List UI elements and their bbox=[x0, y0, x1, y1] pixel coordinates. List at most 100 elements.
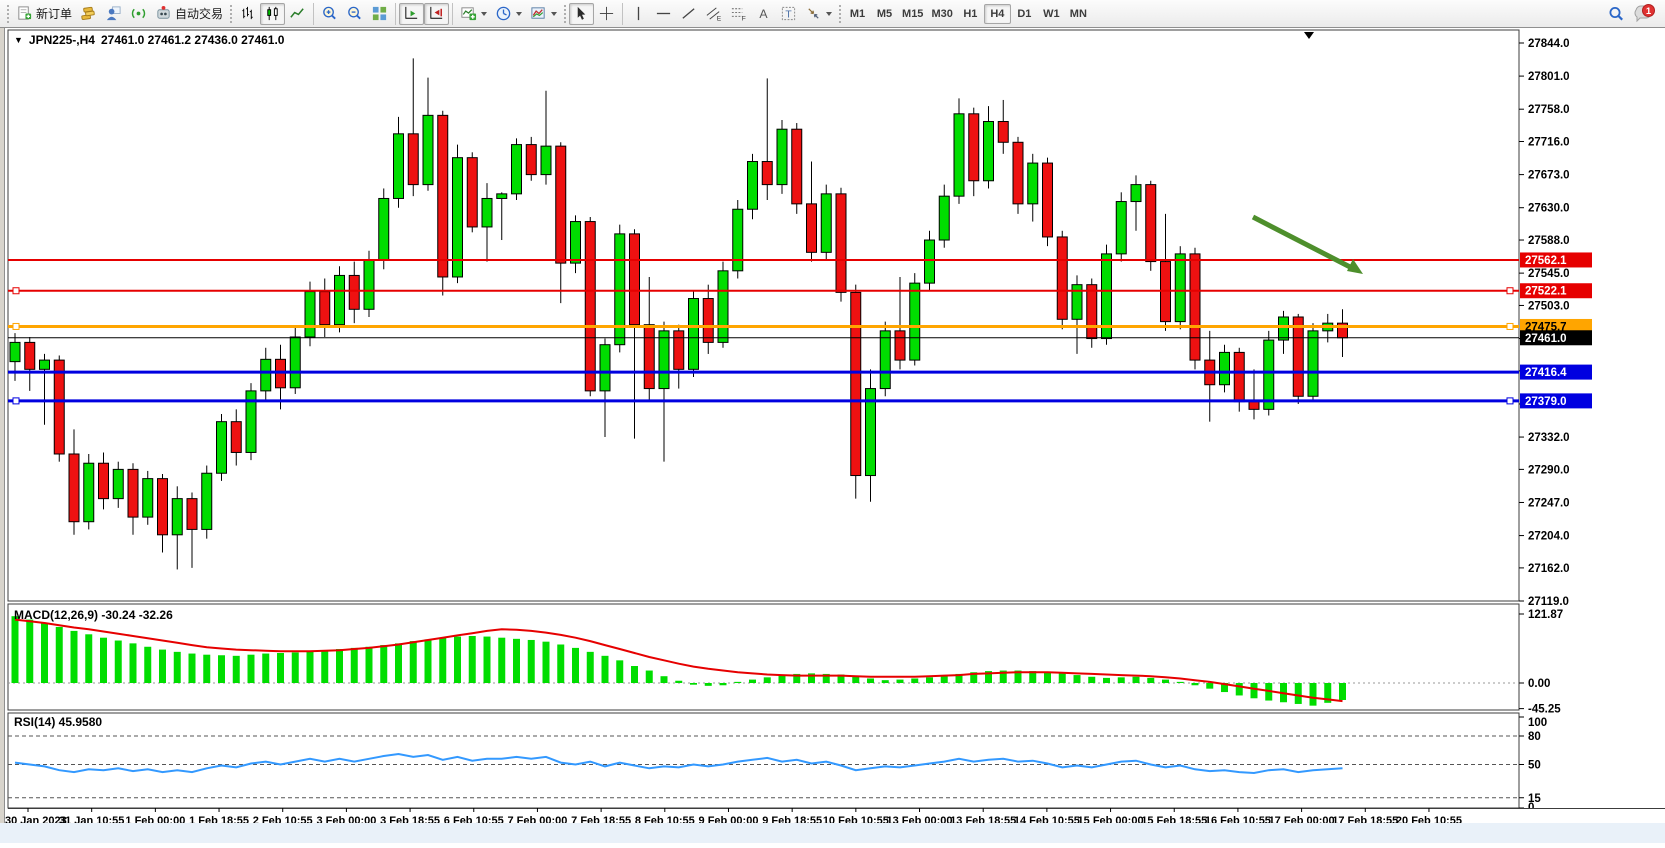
macd-histogram-bar bbox=[867, 678, 874, 683]
macd-histogram-bar bbox=[174, 652, 181, 683]
timeframe-m30-button[interactable]: M30 bbox=[927, 4, 956, 24]
window-bottom-strip bbox=[0, 823, 1665, 843]
macd-histogram-bar bbox=[1236, 683, 1243, 695]
line-anchor-handle[interactable] bbox=[1507, 398, 1513, 404]
macd-histogram-bar bbox=[897, 680, 904, 683]
market-depth-button[interactable] bbox=[76, 3, 101, 25]
periods-button[interactable] bbox=[491, 3, 526, 25]
candle-body-bear bbox=[836, 194, 846, 293]
horizontal-line-button[interactable] bbox=[651, 3, 676, 25]
notifications-button[interactable]: 1 bbox=[1629, 3, 1661, 25]
timeframe-h1-button[interactable]: H1 bbox=[957, 4, 984, 24]
candle-body-bull bbox=[217, 422, 227, 474]
search-icon bbox=[1607, 5, 1625, 23]
timeframe-m15-button[interactable]: M15 bbox=[898, 4, 927, 24]
timeframe-w1-button[interactable]: W1 bbox=[1038, 4, 1065, 24]
candle-body-bull bbox=[925, 240, 935, 283]
vertical-line-button[interactable] bbox=[626, 3, 651, 25]
cursor-button[interactable] bbox=[569, 3, 594, 25]
label-tool-button[interactable]: T bbox=[776, 3, 801, 25]
candle-body-bear bbox=[792, 129, 802, 204]
candle-body-bear bbox=[25, 342, 35, 369]
macd-histogram-bar bbox=[203, 655, 210, 683]
channel-button[interactable]: E bbox=[701, 3, 726, 25]
candlestick-icon bbox=[264, 5, 281, 22]
auto-trading-button[interactable]: 自动交易 bbox=[151, 3, 227, 25]
candle-body-bull bbox=[364, 260, 374, 309]
macd-histogram-bar bbox=[1103, 678, 1110, 683]
template-button[interactable] bbox=[526, 3, 561, 25]
auto-scroll-button[interactable] bbox=[424, 3, 449, 25]
toolbar: 新订单 自动交易 bbox=[0, 0, 1665, 28]
bar-chart-button[interactable] bbox=[235, 3, 260, 25]
candle-body-bull bbox=[600, 345, 610, 391]
macd-histogram-bar bbox=[1192, 683, 1199, 685]
zoom-out-button[interactable] bbox=[342, 3, 367, 25]
data-window-button[interactable] bbox=[101, 3, 126, 25]
candlestick-chart-button[interactable] bbox=[260, 3, 285, 25]
macd-histogram-bar bbox=[307, 651, 314, 683]
candle-body-bear bbox=[231, 422, 241, 453]
gold-bars-icon bbox=[80, 5, 97, 22]
auto-trading-label: 自动交易 bbox=[175, 5, 223, 22]
macd-histogram-bar bbox=[720, 683, 727, 685]
macd-histogram-bar bbox=[144, 647, 151, 683]
macd-histogram-bar bbox=[248, 655, 255, 683]
signal-button[interactable] bbox=[126, 3, 151, 25]
collapse-triangle-icon[interactable]: ▼ bbox=[14, 34, 23, 46]
fibonacci-icon: F bbox=[730, 5, 747, 22]
zoom-out-icon bbox=[346, 5, 363, 22]
candle-body-bull bbox=[497, 194, 507, 199]
line-anchor-handle[interactable] bbox=[13, 323, 19, 329]
crosshair-button[interactable] bbox=[594, 3, 619, 25]
timeframe-d1-button[interactable]: D1 bbox=[1011, 4, 1038, 24]
timeframe-m1-button[interactable]: M1 bbox=[844, 4, 871, 24]
candle-body-bull bbox=[423, 115, 433, 184]
trendline-button[interactable] bbox=[676, 3, 701, 25]
timeframe-h4-button[interactable]: H4 bbox=[984, 4, 1011, 24]
line-anchor-handle[interactable] bbox=[1507, 323, 1513, 329]
dropdown-caret bbox=[826, 12, 832, 16]
text-tool-button[interactable]: A bbox=[751, 3, 776, 25]
candle-body-bull bbox=[1279, 317, 1289, 340]
macd-histogram-bar bbox=[233, 656, 240, 683]
macd-histogram-bar bbox=[1251, 683, 1258, 698]
candle-body-bull bbox=[748, 162, 758, 210]
macd-histogram-bar bbox=[218, 655, 225, 683]
fibonacci-button[interactable]: F bbox=[726, 3, 751, 25]
zoom-in-button[interactable] bbox=[317, 3, 342, 25]
line-anchor-handle[interactable] bbox=[1507, 288, 1513, 294]
macd-histogram-bar bbox=[484, 637, 491, 683]
toolbar-grip bbox=[229, 4, 233, 24]
arrows-tool-button[interactable] bbox=[801, 3, 836, 25]
add-indicator-button[interactable] bbox=[456, 3, 491, 25]
macd-histogram-bar bbox=[12, 616, 19, 683]
candle-body-bull bbox=[615, 234, 625, 345]
chart-canvas[interactable]: 27844.027801.027758.027716.027673.027630… bbox=[0, 28, 1665, 843]
chart-shift-button[interactable] bbox=[399, 3, 424, 25]
candle bbox=[438, 111, 448, 296]
new-order-button[interactable]: 新订单 bbox=[12, 3, 76, 25]
tile-windows-button[interactable] bbox=[367, 3, 392, 25]
line-chart-button[interactable] bbox=[285, 3, 310, 25]
candle bbox=[1116, 192, 1126, 261]
line-anchor-handle[interactable] bbox=[13, 398, 19, 404]
candle-body-bull bbox=[880, 331, 890, 389]
search-button[interactable] bbox=[1603, 3, 1629, 25]
cursor-icon bbox=[573, 5, 590, 22]
price-axis[interactable] bbox=[1520, 28, 1665, 808]
candle bbox=[202, 466, 212, 539]
candle-body-bear bbox=[969, 114, 979, 181]
toolbar-separator bbox=[313, 3, 314, 25]
line-anchor-handle[interactable] bbox=[13, 288, 19, 294]
candle-body-bull bbox=[571, 222, 581, 264]
timeframe-m5-button[interactable]: M5 bbox=[871, 4, 898, 24]
candle bbox=[217, 414, 227, 481]
candle-body-bull bbox=[305, 292, 315, 337]
chart-symbol-period: JPN225-,H4 bbox=[29, 33, 95, 47]
main-pane bbox=[8, 30, 1519, 601]
auto-scroll-icon bbox=[428, 5, 445, 22]
timeframe-mn-button[interactable]: MN bbox=[1065, 4, 1092, 24]
macd-histogram-bar bbox=[1074, 675, 1081, 683]
candle-body-bull bbox=[261, 359, 271, 391]
